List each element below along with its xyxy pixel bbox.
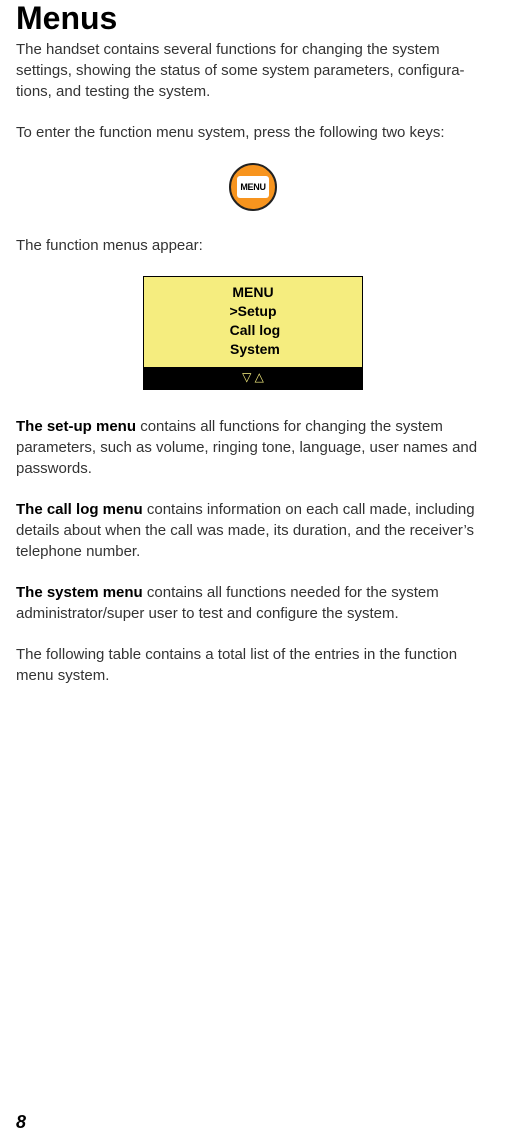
lcd-line-setup: >Setup [144, 302, 362, 321]
calllog-bold: The call log menu [16, 501, 147, 518]
menu-button-illustration: MENU [16, 163, 490, 211]
lcd-title: MENU [144, 283, 362, 302]
lcd-panel: MENU >Setup Call log System ▽ △ [143, 276, 363, 390]
menu-button-icon: MENU [229, 163, 277, 211]
menu-button-label: MENU [237, 176, 269, 198]
instruction-paragraph: To enter the function menu system, press… [16, 122, 490, 143]
lcd-screen: MENU >Setup Call log System [144, 277, 362, 367]
menus-appear-text: The function menus appear: [16, 235, 490, 256]
lcd-line-calllog: Call log [144, 321, 362, 340]
page-title: Menus [16, 0, 490, 37]
system-bold: The system menu [16, 584, 147, 601]
lcd-panel-illustration: MENU >Setup Call log System ▽ △ [16, 276, 490, 390]
intro-paragraph: The handset contains several functions f… [16, 39, 490, 102]
lcd-line-system: System [144, 340, 362, 359]
page-number: 8 [16, 1112, 26, 1133]
setup-description: The set-up menu contains all functions f… [16, 416, 490, 479]
setup-bold: The set-up menu [16, 418, 140, 435]
lcd-nav-arrows: ▽ △ [144, 367, 362, 389]
system-description: The system menu contains all functions n… [16, 582, 490, 624]
calllog-description: The call log menu contains information o… [16, 499, 490, 562]
table-intro: The following table contains a total lis… [16, 644, 490, 686]
